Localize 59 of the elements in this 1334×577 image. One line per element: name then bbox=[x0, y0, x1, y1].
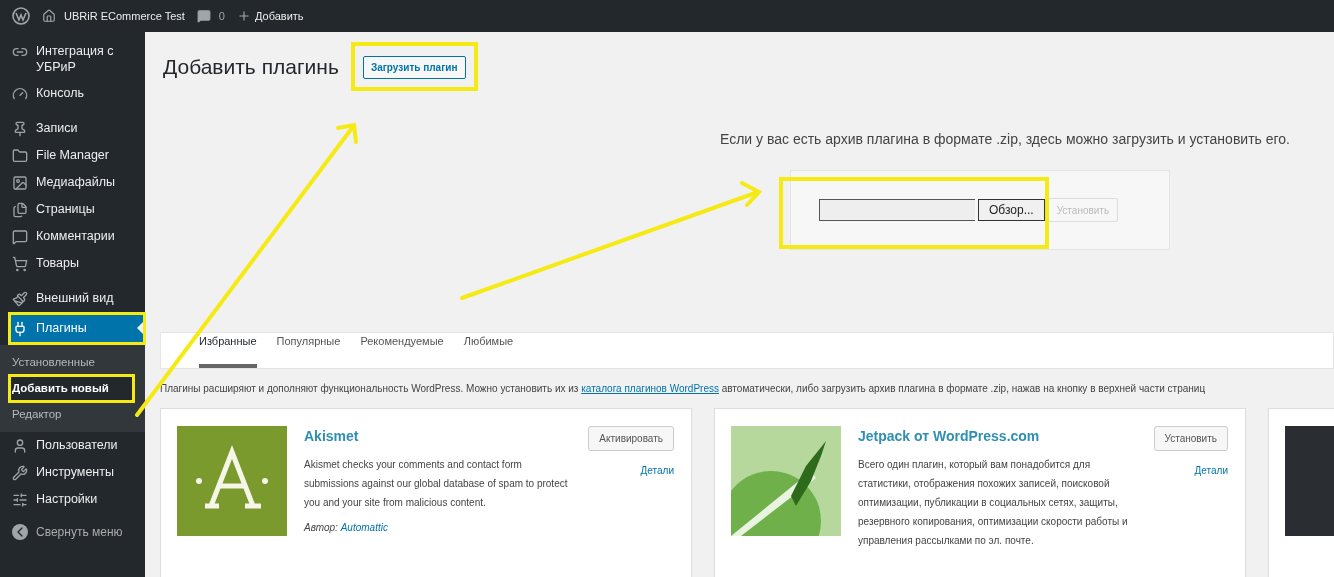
sidebar-item[interactable]: Консоль bbox=[0, 80, 145, 107]
plugin-description: Akismet checks your comments and contact form submissions against our global database of spam to protect you and your site from malicious content. bbox=[304, 457, 569, 510]
plugin-action-button[interactable]: Установить bbox=[1153, 425, 1228, 451]
sidebar-item[interactable]: Интеграция с УБРиР bbox=[0, 38, 145, 80]
submenu-item[interactable]: Редактор bbox=[0, 403, 145, 426]
browse-button[interactable]: Обзор... bbox=[978, 199, 1045, 221]
akismet-logo-icon bbox=[177, 425, 287, 536]
collapse-menu-button[interactable]: Свернуть меню bbox=[0, 521, 145, 543]
plugin-name-link[interactable]: Akismet bbox=[304, 425, 572, 447]
comment-count[interactable]: 0 bbox=[218, 7, 225, 25]
plugin-name-link[interactable]: Jetpack от WordPress.com bbox=[858, 425, 1137, 447]
current-pointer-icon bbox=[137, 322, 143, 334]
sidebar-item[interactable]: Пользователи bbox=[0, 432, 145, 459]
comment-icon bbox=[196, 9, 211, 23]
sidebar-item[interactable]: Плагины bbox=[11, 315, 143, 342]
details-link[interactable]: Детали bbox=[1194, 462, 1228, 478]
menu-icon bbox=[12, 291, 28, 307]
sidebar-item[interactable]: Медиафайлы bbox=[0, 169, 145, 196]
menu-icon bbox=[12, 321, 28, 337]
menu-icon bbox=[12, 202, 28, 218]
wordpress-logo-icon bbox=[12, 7, 30, 25]
menu-icon bbox=[12, 86, 28, 102]
plugin-action-button[interactable]: Активировать bbox=[588, 425, 674, 451]
upload-help-text: Если у вас есть архив плагина в формате .zip, здесь можно загрузить и установить его. bbox=[720, 130, 1290, 149]
submenu-item[interactable]: Установленные bbox=[0, 351, 145, 374]
collapse-icon bbox=[12, 524, 28, 540]
file-input-field[interactable] bbox=[819, 199, 975, 221]
add-icon bbox=[236, 9, 251, 23]
filter-tab[interactable]: Избранные bbox=[199, 333, 257, 368]
add-new-link[interactable]: Добавить bbox=[254, 7, 304, 25]
filter-tab[interactable]: Любимые bbox=[463, 333, 514, 368]
menu-icon bbox=[12, 148, 28, 164]
home-icon bbox=[42, 9, 56, 23]
sidebar-item[interactable]: Внешний вид bbox=[0, 285, 145, 312]
sidebar-item[interactable]: File Manager bbox=[0, 142, 145, 169]
filter-tab[interactable]: Рекомендуемые bbox=[360, 333, 444, 368]
menu-icon bbox=[12, 256, 28, 272]
site-name[interactable]: UBRiR ECommerce Test bbox=[64, 7, 185, 25]
sidebar-item[interactable]: Инструменты bbox=[0, 459, 145, 486]
sidebar-item[interactable]: Настройки bbox=[0, 486, 145, 513]
menu-icon bbox=[12, 175, 28, 191]
plugin-directory-link[interactable]: каталога плагинов WordPress bbox=[581, 382, 719, 394]
page-title: Добавить плагинь bbox=[163, 53, 339, 80]
plugin-author: Автор: Automattic bbox=[304, 520, 389, 535]
filter-tab[interactable]: Популярные bbox=[276, 333, 341, 368]
menu-icon bbox=[12, 492, 28, 508]
sidebar-item[interactable]: Страницы bbox=[0, 196, 145, 223]
plugins-notice-text: Плагины расширяют и дополняют функциональность WordPress. Можно установить их из каталога плагинов WordPress автоматически, либо загрузить архив плагина в формате .zip, нажав на кнопку в верхней части страниц bbox=[160, 381, 1207, 396]
sidebar-item[interactable]: Записи bbox=[0, 115, 145, 142]
upload-plugin-button[interactable]: Загрузить плагин bbox=[362, 56, 466, 79]
menu-icon bbox=[12, 229, 28, 245]
menu-icon bbox=[12, 465, 28, 481]
details-link[interactable]: Детали bbox=[640, 462, 674, 478]
menu-icon bbox=[12, 121, 28, 137]
author-link[interactable]: Automattic bbox=[340, 521, 388, 533]
plugin-description: Всего один плагин, который вам понадобится для статистики, отображения похожих записей, поисковой оптимизации, публикации в социальных сетях, защиты, резервного копирования, оптимизации скорости работы и управления рассылками по эл. почте. bbox=[858, 457, 1129, 548]
sidebar-item[interactable]: Товары bbox=[0, 250, 145, 277]
menu-icon bbox=[12, 438, 28, 454]
sidebar-item[interactable]: Комментарии bbox=[0, 223, 145, 250]
